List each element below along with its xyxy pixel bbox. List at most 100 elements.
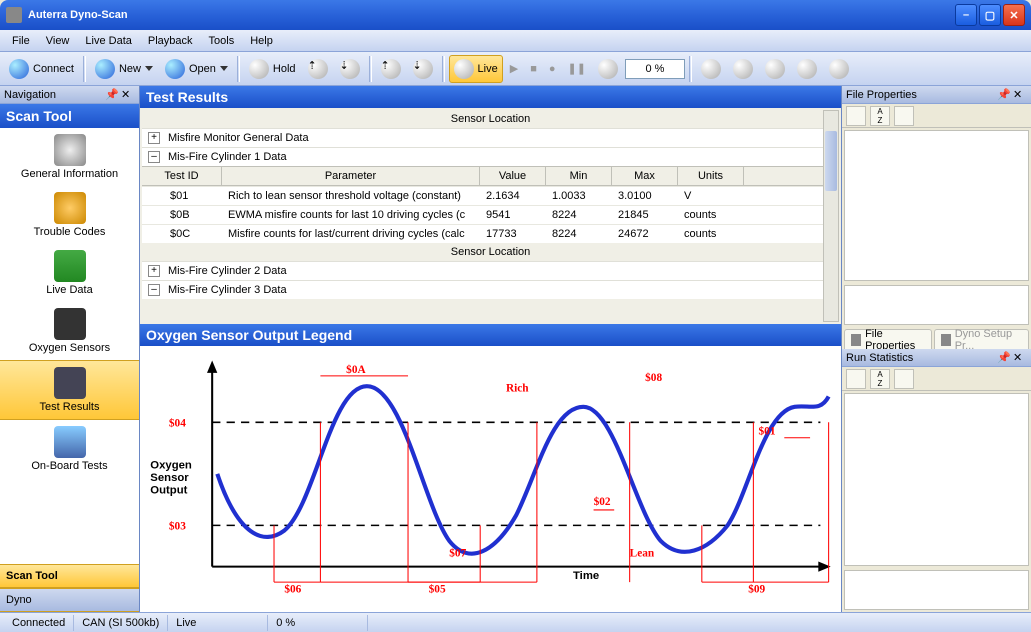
col-param[interactable]: Parameter <box>222 167 480 185</box>
expand-icon[interactable]: + <box>148 265 160 277</box>
nav-label: On-Board Tests <box>31 460 107 472</box>
tools-3-button[interactable] <box>760 55 790 83</box>
label-06: $06 <box>284 583 301 595</box>
file-properties-title: File Properties <box>846 89 917 101</box>
tree-row-cyl3[interactable]: –Mis-Fire Cylinder 3 Data <box>142 280 839 299</box>
arrow-down-button[interactable]: ⇣ <box>335 55 365 83</box>
live-button[interactable]: Live <box>449 55 503 83</box>
main-toolbar: Connect New Open Hold ⇡ ⇣ ⇡ ⇣ Live ▶ ■ ●… <box>0 52 1031 86</box>
app-icon <box>6 7 22 23</box>
arrow-up2-button[interactable]: ⇡ <box>376 55 406 83</box>
pin-icon[interactable]: 📌 <box>997 88 1011 102</box>
open-icon <box>165 59 185 79</box>
nav-live-data[interactable]: Live Data <box>0 244 139 302</box>
window-close-button[interactable]: ✕ <box>1003 4 1025 26</box>
hold-button[interactable]: Hold <box>244 55 301 83</box>
table-row[interactable]: $0C Misfire counts for last/current driv… <box>142 224 839 243</box>
arrow-down-icon: ⇣ <box>413 59 433 79</box>
table-row[interactable]: $0B EWMA misfire counts for last 10 driv… <box>142 205 839 224</box>
pin-icon[interactable]: 📌 <box>997 351 1011 365</box>
monitor-icon <box>54 250 86 282</box>
menu-playback[interactable]: Playback <box>140 33 201 49</box>
stop-button[interactable]: ■ <box>525 55 542 83</box>
arrow-up-button[interactable]: ⇡ <box>303 55 333 83</box>
pin-icon[interactable]: 📌 <box>105 88 119 102</box>
file-properties-header: File Properties 📌✕ <box>842 86 1031 104</box>
page-icon[interactable] <box>894 369 914 389</box>
footer-dyno[interactable]: Dyno <box>0 588 139 612</box>
col-value[interactable]: Value <box>480 167 546 185</box>
pause-icon: ❚❚ <box>568 62 586 75</box>
new-button[interactable]: New <box>90 55 158 83</box>
menu-live-data[interactable]: Live Data <box>77 33 139 49</box>
nav-general-information[interactable]: General Information <box>0 128 139 186</box>
categorize-icon[interactable] <box>846 369 866 389</box>
menu-view[interactable]: View <box>38 33 78 49</box>
window-maximize-button[interactable]: ▢ <box>979 4 1001 26</box>
nav-label: Trouble Codes <box>34 226 106 238</box>
col-testid[interactable]: Test ID <box>142 167 222 185</box>
center-pane: Test Results Sensor Location +Misfire Mo… <box>140 86 841 612</box>
page-icon[interactable] <box>894 106 914 126</box>
navigation-pane: Navigation 📌✕ Scan Tool General Informat… <box>0 86 140 612</box>
tape-button[interactable] <box>593 55 623 83</box>
col-units[interactable]: Units <box>678 167 744 185</box>
categorize-icon[interactable] <box>846 106 866 126</box>
play-button[interactable]: ▶ <box>505 55 523 83</box>
pause-button[interactable]: ❚❚ <box>563 55 591 83</box>
tools-1-button[interactable] <box>696 55 726 83</box>
vertical-scrollbar[interactable] <box>823 110 839 322</box>
label-02: $02 <box>594 496 611 508</box>
status-bus: CAN (SI 500kb) <box>74 615 168 631</box>
sensor-location-header: Sensor Location <box>142 110 839 128</box>
label-0A: $0A <box>346 364 366 376</box>
status-bar: Connected CAN (SI 500kb) Live 0 % <box>0 612 1031 632</box>
tree-row-cyl2[interactable]: +Mis-Fire Cylinder 2 Data <box>142 261 839 280</box>
close-panel-icon[interactable]: ✕ <box>121 88 135 102</box>
menu-help[interactable]: Help <box>242 33 281 49</box>
expand-icon[interactable]: + <box>148 132 160 144</box>
close-panel-icon[interactable]: ✕ <box>1013 351 1027 365</box>
sort-az-icon[interactable]: AZ <box>870 106 890 126</box>
cell-min: 8224 <box>546 228 612 240</box>
open-button[interactable]: Open <box>160 55 233 83</box>
tab-file-properties[interactable]: File Properties <box>844 329 932 349</box>
collapse-icon[interactable]: – <box>148 284 160 296</box>
tools-5-button[interactable] <box>824 55 854 83</box>
nav-label: Oxygen Sensors <box>29 342 110 354</box>
close-panel-icon[interactable]: ✕ <box>1013 88 1027 102</box>
connect-button[interactable]: Connect <box>4 55 79 83</box>
chart-panel: Oxygen Sensor Output Legend <box>140 324 841 612</box>
menu-tools[interactable]: Tools <box>201 33 243 49</box>
sort-az-icon[interactable]: AZ <box>870 369 890 389</box>
table-row[interactable]: $01 Rich to lean sensor threshold voltag… <box>142 186 839 205</box>
col-min[interactable]: Min <box>546 167 612 185</box>
nav-onboard-tests[interactable]: On-Board Tests <box>0 420 139 478</box>
cell-param: EWMA misfire counts for last 10 driving … <box>222 209 480 221</box>
property-toolbar: AZ <box>842 104 1031 128</box>
connect-icon <box>9 59 29 79</box>
arrow-down2-button[interactable]: ⇣ <box>408 55 438 83</box>
tree-row-cyl1[interactable]: –Mis-Fire Cylinder 1 Data <box>142 147 839 166</box>
window-minimize-button[interactable]: – <box>955 4 977 26</box>
nav-test-results[interactable]: Test Results <box>0 360 139 420</box>
tree-row-misfire-general[interactable]: +Misfire Monitor General Data <box>142 128 839 147</box>
footer-scan-tool[interactable]: Scan Tool <box>0 564 139 588</box>
nav-oxygen-sensors[interactable]: Oxygen Sensors <box>0 302 139 360</box>
live-icon <box>454 59 474 79</box>
hold-icon <box>249 59 269 79</box>
tree-label: Mis-Fire Cylinder 1 Data <box>168 151 287 163</box>
runstats-desc <box>844 570 1029 610</box>
col-max[interactable]: Max <box>612 167 678 185</box>
tools-2-button[interactable] <box>728 55 758 83</box>
record-button[interactable]: ● <box>544 55 561 83</box>
collapse-icon[interactable]: – <box>148 151 160 163</box>
tools-4-button[interactable] <box>792 55 822 83</box>
tab-dyno-setup[interactable]: Dyno Setup Pr... <box>934 329 1029 349</box>
nav-trouble-codes[interactable]: Trouble Codes <box>0 186 139 244</box>
run-stats-title: Run Statistics <box>846 352 913 364</box>
cell-max: 21845 <box>612 209 678 221</box>
notes-icon <box>797 59 817 79</box>
scrollbar-thumb[interactable] <box>825 131 837 191</box>
menu-file[interactable]: File <box>4 33 38 49</box>
